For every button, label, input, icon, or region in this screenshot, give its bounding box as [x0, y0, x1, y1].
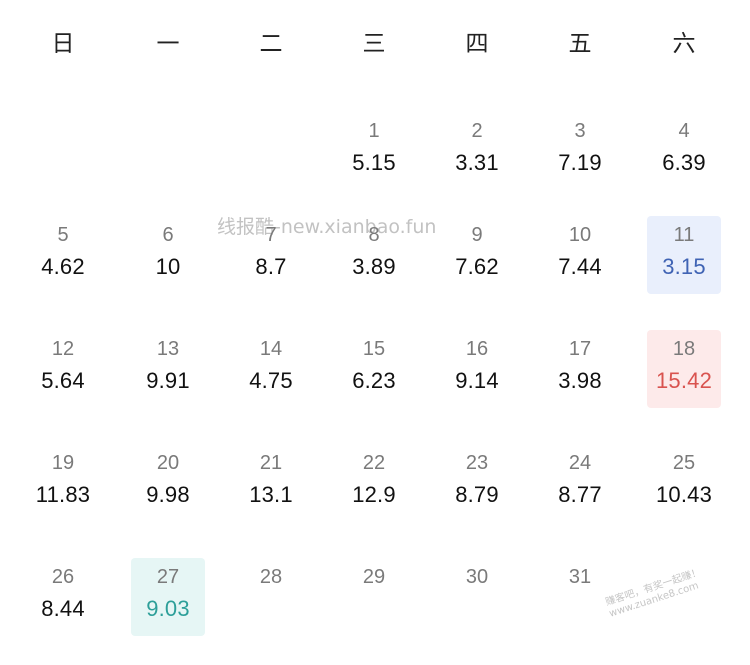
day-value: 9.03 — [146, 596, 190, 621]
day-value: 4.75 — [249, 368, 293, 393]
day-cell[interactable]: 21 13.1 — [234, 444, 308, 522]
day-cell[interactable]: 5 4.62 — [26, 216, 100, 294]
day-number: 2 — [471, 120, 483, 142]
watermark-text: 线报酷-new.xianbao.fun — [217, 216, 437, 238]
day-value: 8.44 — [41, 596, 85, 621]
day-cell[interactable]: 13 9.91 — [131, 330, 205, 408]
day-cell[interactable]: 20 9.98 — [131, 444, 205, 522]
day-cell[interactable]: 25 10.43 — [647, 444, 721, 522]
day-cell[interactable]: 29 — [337, 558, 411, 636]
day-number: 19 — [51, 452, 75, 474]
day-value: 6.23 — [352, 368, 396, 393]
day-cell[interactable]: 17 3.98 — [543, 330, 617, 408]
day-value: 8.79 — [455, 482, 499, 507]
day-number: 13 — [156, 338, 180, 360]
calendar-grid: 1 5.15 2 3.31 3 7.19 4 6.39 5 4.62 6 10 7 8.7 8 3.89 9 7.… — [0, 0, 750, 665]
day-cell[interactable]: 28 — [234, 558, 308, 636]
day-cell[interactable]: 16 9.14 — [440, 330, 514, 408]
day-number: 30 — [465, 566, 489, 588]
day-value: 10.43 — [655, 482, 713, 507]
day-value: 5.15 — [352, 150, 396, 175]
day-value: 3.98 — [558, 368, 602, 393]
day-cell[interactable]: 19 11.83 — [26, 444, 100, 522]
day-number: 15 — [362, 338, 386, 360]
day-cell[interactable]: 1 5.15 — [337, 112, 411, 190]
day-number: 18 — [672, 338, 696, 360]
day-number: 5 — [57, 224, 69, 246]
day-value: 11.83 — [35, 482, 91, 507]
day-number: 14 — [259, 338, 283, 360]
day-number: 16 — [465, 338, 489, 360]
day-number: 9 — [471, 224, 483, 246]
day-cell[interactable]: 12 5.64 — [26, 330, 100, 408]
day-cell[interactable]: 2 3.31 — [440, 112, 514, 190]
day-number: 25 — [672, 452, 696, 474]
day-value: 7.62 — [455, 254, 499, 279]
day-value: 15.42 — [655, 368, 713, 393]
day-cell[interactable]: 10 7.44 — [543, 216, 617, 294]
day-number: 26 — [51, 566, 75, 588]
day-value: 8.7 — [255, 254, 287, 279]
day-value: 7.19 — [558, 150, 602, 175]
day-number: 21 — [259, 452, 283, 474]
day-number: 4 — [678, 120, 690, 142]
day-cell[interactable]: 11 3.15 — [647, 216, 721, 294]
day-cell[interactable]: 30 — [440, 558, 514, 636]
day-value: 5.64 — [41, 368, 85, 393]
day-number: 3 — [574, 120, 586, 142]
day-number: 1 — [368, 120, 380, 142]
day-value: 3.31 — [455, 150, 499, 175]
day-number: 6 — [162, 224, 174, 246]
day-number: 20 — [156, 452, 180, 474]
day-value: 13.1 — [249, 482, 293, 507]
day-number: 27 — [156, 566, 180, 588]
day-cell[interactable]: 22 12.9 — [337, 444, 411, 522]
day-value: 10 — [155, 254, 181, 279]
day-cell[interactable]: 3 7.19 — [543, 112, 617, 190]
day-value: 12.9 — [352, 482, 396, 507]
day-cell[interactable]: 23 8.79 — [440, 444, 514, 522]
day-cell[interactable]: 6 10 — [131, 216, 205, 294]
day-cell[interactable]: 14 4.75 — [234, 330, 308, 408]
day-value: 9.91 — [146, 368, 190, 393]
day-value: 3.15 — [662, 254, 706, 279]
day-cell[interactable]: 27 9.03 — [131, 558, 205, 636]
day-value: 3.89 — [352, 254, 396, 279]
day-cell[interactable]: 4 6.39 — [647, 112, 721, 190]
day-number: 29 — [362, 566, 386, 588]
day-value: 7.44 — [558, 254, 602, 279]
day-cell[interactable]: 15 6.23 — [337, 330, 411, 408]
day-number: 11 — [673, 224, 695, 246]
day-value: 8.77 — [558, 482, 602, 507]
day-cell[interactable]: 24 8.77 — [543, 444, 617, 522]
day-number: 22 — [362, 452, 386, 474]
day-value: 6.39 — [662, 150, 706, 175]
day-value: 4.62 — [41, 254, 85, 279]
day-cell[interactable]: 18 15.42 — [647, 330, 721, 408]
day-value: 9.98 — [146, 482, 190, 507]
day-number: 28 — [259, 566, 283, 588]
calendar: 日一二三四五六 1 5.15 2 3.31 3 7.19 4 6.39 5 4.62 6 10 7 8.7… — [0, 0, 750, 665]
day-cell[interactable]: 9 7.62 — [440, 216, 514, 294]
day-value: 9.14 — [455, 368, 499, 393]
day-number: 31 — [568, 566, 592, 588]
day-number: 12 — [51, 338, 75, 360]
day-number: 23 — [465, 452, 489, 474]
day-number: 17 — [568, 338, 592, 360]
day-number: 10 — [568, 224, 592, 246]
day-number: 24 — [568, 452, 592, 474]
day-cell[interactable]: 26 8.44 — [26, 558, 100, 636]
